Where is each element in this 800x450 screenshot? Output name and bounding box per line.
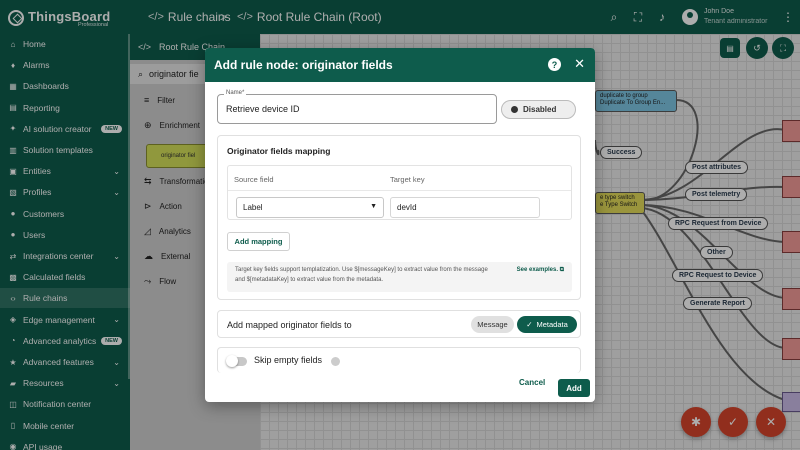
skip-empty-label: Skip empty fields	[254, 355, 323, 365]
source-field-select[interactable]: Label ▼	[236, 197, 384, 218]
open-in-new-icon: ⧉	[559, 267, 564, 273]
templatization-hint: Target key fields support templatization…	[227, 262, 572, 292]
originator-fields-mapping-panel: Originator fields mapping Source field T…	[217, 135, 581, 300]
dialog-header: Add rule node: originator fields	[205, 48, 595, 82]
mapping-table: Source field Target key Label ▼ devId	[227, 165, 572, 220]
target-key-value: devId	[397, 203, 417, 212]
chevron-down-icon: ▼	[370, 203, 377, 210]
add-mapping-button[interactable]: Add mapping	[227, 232, 290, 251]
toggle-knob	[226, 355, 238, 367]
option-message[interactable]: Message	[471, 316, 514, 333]
option-metadata-label: Metadata	[536, 320, 568, 329]
name-field-value: Retrieve device ID	[226, 104, 300, 114]
help-icon[interactable]: ?	[548, 58, 561, 71]
hint-text: Target key fields support templatization…	[235, 267, 488, 283]
see-examples-link[interactable]: See examples. ⧉	[517, 265, 564, 275]
option-metadata[interactable]: ✓ Metadata	[517, 316, 577, 333]
close-icon[interactable]: ✕	[574, 56, 585, 72]
column-header-target: Target key	[390, 175, 425, 184]
target-key-input[interactable]: devId	[390, 197, 540, 218]
disabled-toggle[interactable]: Disabled	[501, 100, 576, 119]
check-icon: ✓	[526, 320, 533, 329]
skip-empty-toggle[interactable]	[226, 355, 247, 367]
add-rule-node-dialog: Add rule node: originator fields ? ✕ Nam…	[205, 48, 595, 402]
source-field-value: Label	[243, 203, 263, 212]
name-field-label: Name*	[224, 90, 247, 96]
skip-empty-panel: Skip empty fields	[217, 347, 581, 373]
add-to-label: Add mapped originator fields to	[227, 320, 352, 330]
dialog-title: Add rule node: originator fields	[214, 58, 393, 72]
disabled-label: Disabled	[523, 105, 557, 114]
cancel-button[interactable]: Cancel	[519, 378, 545, 387]
column-header-source: Source field	[234, 175, 274, 184]
add-button[interactable]: Add	[558, 379, 590, 397]
add-to-panel: Add mapped originator fields to Message …	[217, 310, 581, 338]
disabled-icon	[511, 106, 518, 113]
mapping-title: Originator fields mapping	[227, 146, 331, 156]
help-icon[interactable]	[331, 357, 340, 366]
table-row: Label ▼ devId	[228, 190, 571, 220]
name-field[interactable]: Name* Retrieve device ID	[217, 90, 497, 124]
